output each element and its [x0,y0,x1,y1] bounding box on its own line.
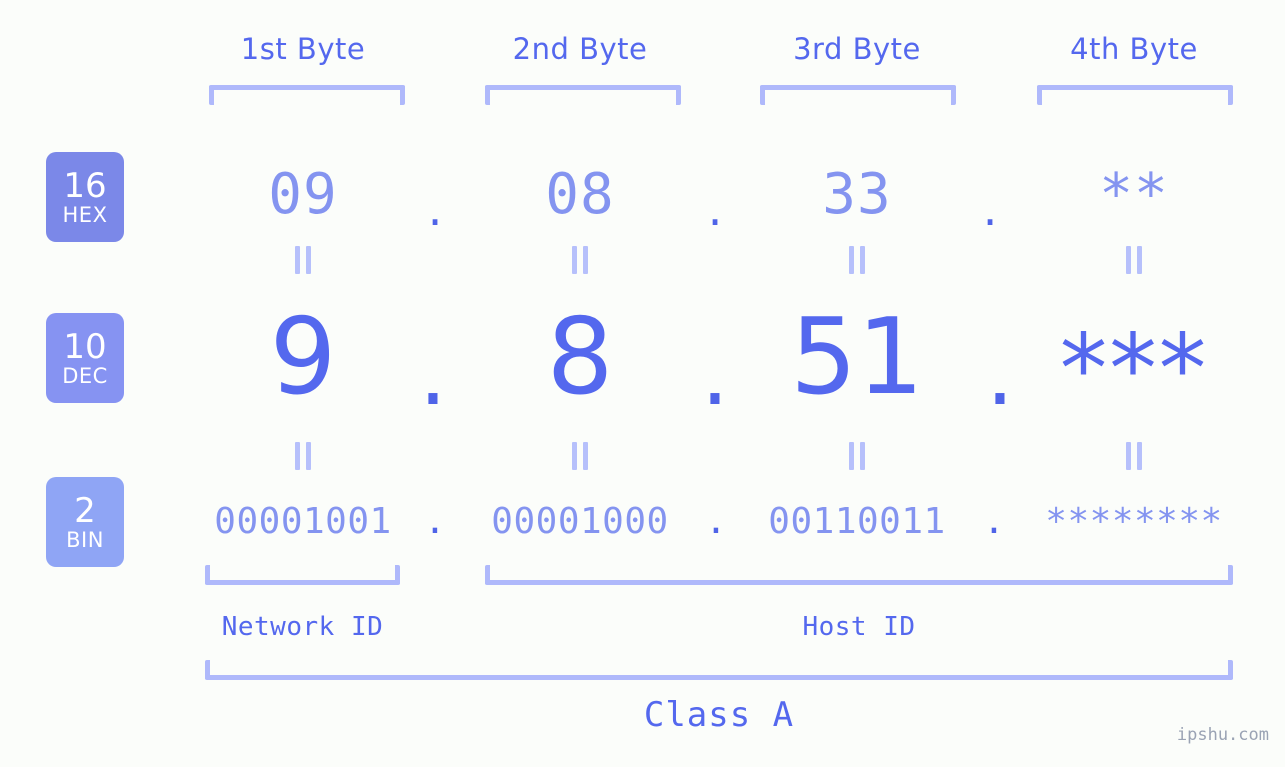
hex-separator-1: . [427,182,443,236]
ip-breakdown-diagram: 1st Byte 2nd Byte 3rd Byte 4th Byte 16 H… [0,0,1285,767]
hex-byte-3: 33 [822,162,892,227]
bin-separator-1: . [424,501,446,542]
equals-mark-dec-bin-3 [845,442,869,470]
dec-row: 9 . 8 . 51 . *** [0,296,1285,426]
equals-mark-hex-dec-1 [291,246,315,274]
byte-header-1: 1st Byte [240,32,366,66]
byte-bracket-4 [1037,85,1233,105]
dec-byte-2: 8 [546,296,614,418]
equals-mark-dec-bin-4 [1122,442,1146,470]
class-label: Class A [643,695,795,735]
dec-byte-4: *** [1059,315,1209,425]
equals-mark-hex-dec-2 [568,246,592,274]
byte-header-4: 4th Byte [1070,32,1198,66]
network-id-label: Network ID [221,612,384,642]
dec-separator-1: . [419,322,447,425]
site-watermark: ipshu.com [1176,725,1269,745]
bin-row: 00001001 . 00001000 . 00110011 . *******… [0,492,1285,552]
byte-bracket-3 [760,85,956,105]
hex-byte-2: 08 [545,162,615,227]
byte-bracket-2 [485,85,681,105]
equals-mark-dec-bin-1 [291,442,315,470]
dec-byte-3: 51 [790,296,924,418]
equals-mark-hex-dec-4 [1122,246,1146,274]
class-bracket [205,660,1233,680]
bin-byte-1: 00001001 [214,501,392,542]
equals-mark-dec-bin-2 [568,442,592,470]
hex-byte-4: ** [1099,162,1169,227]
bin-byte-4: ******** [1045,501,1223,542]
byte-header-2: 2nd Byte [512,32,648,66]
dec-byte-1: 9 [269,296,337,418]
hex-row: 09 . 08 . 33 . ** [0,150,1285,240]
byte-bracket-1 [209,85,405,105]
host-id-label: Host ID [802,612,916,642]
equals-mark-hex-dec-3 [845,246,869,274]
bin-byte-3: 00110011 [768,501,946,542]
bin-byte-2: 00001000 [491,501,669,542]
network-id-bracket [205,565,400,585]
byte-header-3: 3rd Byte [793,32,921,66]
hex-byte-1: 09 [268,162,338,227]
host-id-bracket [485,565,1233,585]
